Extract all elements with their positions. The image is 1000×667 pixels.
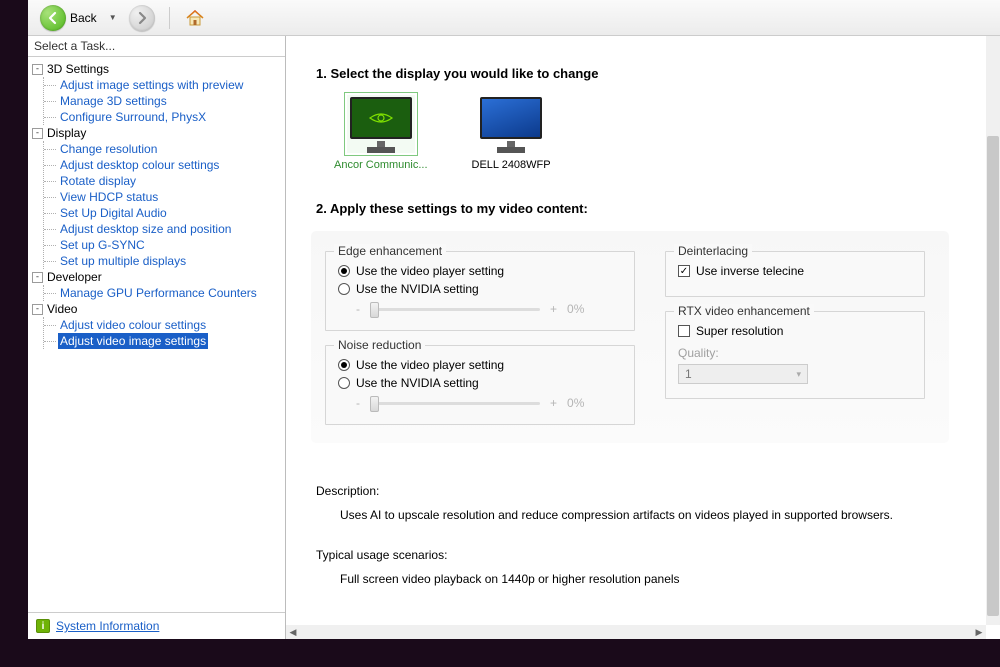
noise-reduction-group: Noise reduction Use the video player set… [325, 345, 635, 425]
tree-link[interactable]: Adjust image settings with preview [58, 77, 245, 93]
tree-link[interactable]: Change resolution [58, 141, 159, 157]
slider-track [370, 402, 540, 405]
edge-legend: Edge enhancement [334, 244, 446, 258]
noise-use-nvidia-radio[interactable]: Use the NVIDIA setting [338, 376, 622, 390]
forward-icon [129, 5, 155, 31]
tree-link[interactable]: Manage 3D settings [58, 93, 169, 109]
back-history-dropdown[interactable]: ▼ [109, 13, 117, 22]
checkbox-icon [678, 325, 690, 337]
toolbar: Back ▼ [28, 0, 1000, 36]
vertical-scrollbar[interactable] [986, 36, 1000, 625]
edge-slider: - + 0% [356, 302, 622, 316]
radio-icon [338, 265, 350, 277]
usage-text: Full screen video playback on 1440p or h… [340, 572, 962, 586]
scrollbar-thumb[interactable] [987, 136, 999, 616]
tree-link[interactable]: Set Up Digital Audio [58, 205, 169, 221]
slider-thumb [370, 396, 379, 412]
deinterlacing-legend: Deinterlacing [674, 244, 752, 258]
tree-category[interactable]: Developer [47, 269, 102, 285]
rtx-legend: RTX video enhancement [674, 304, 814, 318]
back-icon [40, 5, 66, 31]
noise-slider: - + 0% [356, 396, 622, 410]
super-resolution-checkbox[interactable]: Super resolution [678, 324, 912, 338]
back-button[interactable]: Back [36, 3, 101, 33]
deinterlacing-group: Deinterlacing Use inverse telecine [665, 251, 925, 297]
scroll-right-icon[interactable]: ▶ [972, 625, 986, 639]
main-panel: 1. Select the display you would like to … [286, 36, 1000, 639]
home-button[interactable] [180, 5, 210, 31]
rtx-enhancement-group: RTX video enhancement Super resolution Q… [665, 311, 925, 399]
noise-legend: Noise reduction [334, 338, 425, 352]
display-selector: Ancor Communic... DELL 2408WFP [334, 95, 962, 171]
display-label: Ancor Communic... [334, 159, 428, 171]
info-icon: i [36, 619, 50, 633]
quality-label: Quality: [678, 346, 912, 360]
slider-thumb [370, 302, 379, 318]
sidebar-header: Select a Task... [28, 36, 285, 57]
tree-category[interactable]: Video [47, 301, 77, 317]
tree-expander[interactable]: - [32, 272, 43, 283]
radio-icon [338, 377, 350, 389]
edge-use-player-radio[interactable]: Use the video player setting [338, 264, 622, 278]
tree-link[interactable]: Manage GPU Performance Counters [58, 285, 259, 301]
edge-enhancement-group: Edge enhancement Use the video player se… [325, 251, 635, 331]
main-content: 1. Select the display you would like to … [286, 36, 986, 625]
sidebar: Select a Task... -3D SettingsAdjust imag… [28, 36, 286, 639]
forward-button[interactable] [125, 3, 159, 33]
step2-title: 2. Apply these settings to my video cont… [316, 201, 962, 216]
horizontal-scrollbar[interactable]: ◀ ▶ [286, 625, 986, 639]
tree-expander[interactable]: - [32, 64, 43, 75]
quality-select: 1 ▾ [678, 364, 808, 384]
step1-title: 1. Select the display you would like to … [316, 66, 962, 81]
display-option[interactable]: Ancor Communic... [334, 95, 428, 171]
tree-link[interactable]: Configure Surround, PhysX [58, 109, 208, 125]
sidebar-footer: i System Information [28, 612, 285, 639]
task-tree: -3D SettingsAdjust image settings with p… [28, 57, 285, 612]
tree-link[interactable]: Rotate display [58, 173, 138, 189]
back-label: Back [70, 11, 97, 25]
tree-expander[interactable]: - [32, 128, 43, 139]
tree-category[interactable]: Display [47, 125, 86, 141]
chevron-down-icon: ▾ [796, 369, 801, 380]
description-text: Uses AI to upscale resolution and reduce… [340, 508, 962, 522]
tree-link[interactable]: View HDCP status [58, 189, 160, 205]
tree-expander[interactable]: - [32, 304, 43, 315]
scroll-left-icon[interactable]: ◀ [286, 625, 300, 639]
toolbar-separator [169, 7, 170, 29]
radio-icon [338, 283, 350, 295]
noise-use-player-radio[interactable]: Use the video player setting [338, 358, 622, 372]
tree-link[interactable]: Set up G-SYNC [58, 237, 147, 253]
display-label: DELL 2408WFP [472, 159, 551, 171]
tree-category[interactable]: 3D Settings [47, 61, 109, 77]
checkbox-icon [678, 265, 690, 277]
description-title: Description: [316, 484, 962, 498]
tree-link[interactable]: Adjust desktop size and position [58, 221, 233, 237]
tree-link[interactable]: Adjust desktop colour settings [58, 157, 221, 173]
tree-link[interactable]: Adjust video image settings [58, 333, 208, 349]
tree-link[interactable]: Adjust video colour settings [58, 317, 208, 333]
slider-track [370, 308, 540, 311]
system-information-link[interactable]: System Information [56, 619, 159, 633]
radio-icon [338, 359, 350, 371]
home-icon [184, 7, 206, 29]
display-option[interactable]: DELL 2408WFP [472, 95, 551, 171]
app-window: Back ▼ Select a Task... -3D SettingsAdju… [28, 0, 1000, 639]
inverse-telecine-checkbox[interactable]: Use inverse telecine [678, 264, 912, 278]
usage-title: Typical usage scenarios: [316, 548, 962, 562]
tree-link[interactable]: Set up multiple displays [58, 253, 188, 269]
edge-use-nvidia-radio[interactable]: Use the NVIDIA setting [338, 282, 622, 296]
